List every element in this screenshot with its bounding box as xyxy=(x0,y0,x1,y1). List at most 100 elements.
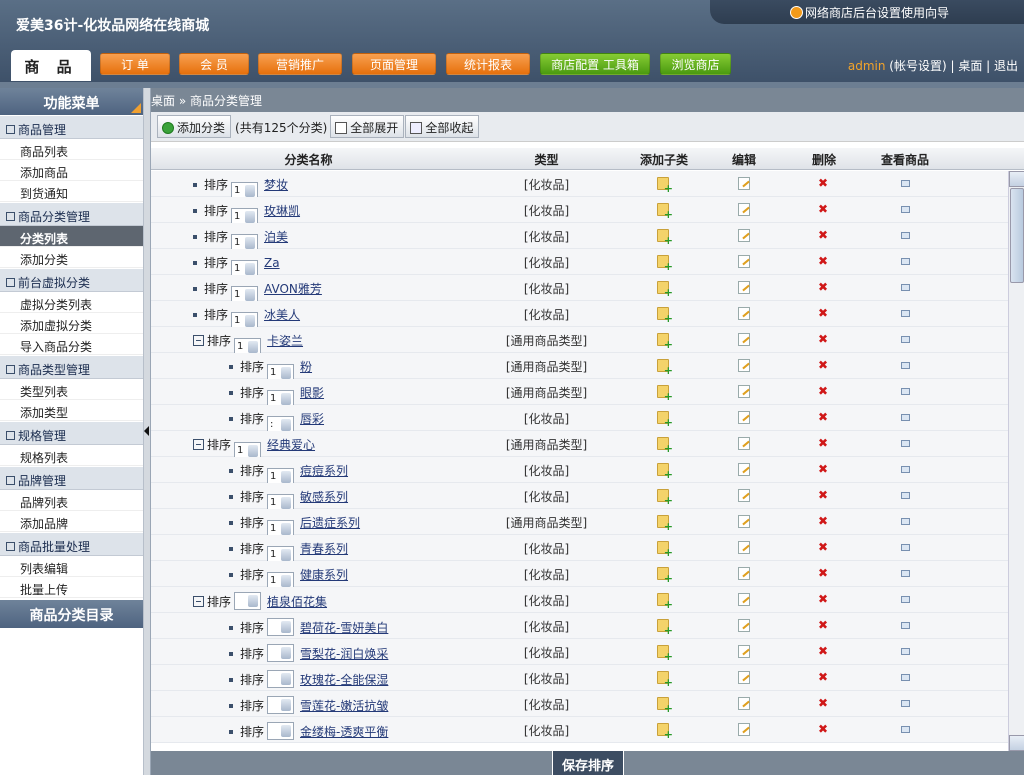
edit-icon[interactable] xyxy=(738,697,750,710)
scroll-down-icon[interactable] xyxy=(1009,735,1024,751)
add-subcategory-icon[interactable] xyxy=(657,281,673,299)
sort-input[interactable] xyxy=(267,618,295,636)
save-sort-button[interactable]: 保存排序 xyxy=(552,751,624,775)
edit-icon[interactable] xyxy=(738,203,750,216)
delete-icon[interactable]: ✖ xyxy=(818,488,830,502)
category-link[interactable]: 金缕梅-透爽平衡 xyxy=(300,725,388,739)
delete-icon[interactable]: ✖ xyxy=(818,670,830,684)
sidebar-group[interactable]: 品牌管理 xyxy=(0,466,143,490)
edit-icon[interactable] xyxy=(738,515,750,528)
category-link[interactable]: 玫琳凯 xyxy=(264,204,300,218)
category-link[interactable]: 雪梨花-润白焕采 xyxy=(300,647,388,661)
category-link[interactable]: AVON雅芳 xyxy=(264,282,322,296)
delete-icon[interactable]: ✖ xyxy=(818,280,830,294)
sort-input[interactable] xyxy=(267,722,295,740)
sidebar-item[interactable]: 商品列表 xyxy=(0,139,143,160)
delete-icon[interactable]: ✖ xyxy=(818,618,830,632)
username[interactable]: admin xyxy=(848,59,886,73)
add-subcategory-icon[interactable] xyxy=(657,671,673,689)
sidebar-item[interactable]: 到货通知 xyxy=(0,181,143,202)
nav-members[interactable]: 会 员 xyxy=(179,53,249,75)
view-products-icon[interactable] xyxy=(901,596,910,603)
setup-guide-link[interactable]: 网络商店后台设置使用向导 xyxy=(710,0,1024,24)
add-subcategory-icon[interactable] xyxy=(657,359,673,377)
add-subcategory-icon[interactable] xyxy=(657,723,673,741)
view-products-icon[interactable] xyxy=(901,310,910,317)
add-subcategory-icon[interactable] xyxy=(657,645,673,663)
view-products-icon[interactable] xyxy=(901,336,910,343)
category-link[interactable]: 敏感系列 xyxy=(300,490,348,504)
sidebar-splitter[interactable] xyxy=(144,88,151,775)
view-products-icon[interactable] xyxy=(901,622,910,629)
delete-icon[interactable]: ✖ xyxy=(818,176,830,190)
sidebar-group[interactable]: 商品类型管理 xyxy=(0,355,143,379)
edit-icon[interactable] xyxy=(738,385,750,398)
edit-icon[interactable] xyxy=(738,177,750,190)
sidebar-item[interactable]: 添加商品 xyxy=(0,160,143,181)
edit-icon[interactable] xyxy=(738,645,750,658)
view-products-icon[interactable] xyxy=(901,544,910,551)
view-products-icon[interactable] xyxy=(901,492,910,499)
edit-icon[interactable] xyxy=(738,723,750,736)
sidebar-item[interactable]: 虚拟分类列表 xyxy=(0,292,143,313)
sort-input[interactable] xyxy=(234,592,262,610)
category-link[interactable]: 梦妆 xyxy=(264,178,288,192)
nav-reports[interactable]: 统计报表 xyxy=(446,53,530,75)
add-category-button[interactable]: 添加分类 xyxy=(157,115,232,138)
collapse-all-button[interactable]: 全部收起 xyxy=(405,115,480,138)
sidebar-item[interactable]: 添加分类 xyxy=(0,247,143,268)
category-link[interactable]: 健康系列 xyxy=(300,568,348,582)
view-products-icon[interactable] xyxy=(901,466,910,473)
add-subcategory-icon[interactable] xyxy=(657,177,673,195)
edit-icon[interactable] xyxy=(738,359,750,372)
sidebar-item[interactable]: 添加品牌 xyxy=(0,511,143,532)
view-products-icon[interactable] xyxy=(901,232,910,239)
delete-icon[interactable]: ✖ xyxy=(818,202,830,216)
nav-orders[interactable]: 订 单 xyxy=(100,53,170,75)
add-subcategory-icon[interactable] xyxy=(657,333,673,351)
view-products-icon[interactable] xyxy=(901,440,910,447)
scroll-up-icon[interactable] xyxy=(1009,171,1024,187)
sidebar-item[interactable]: 列表编辑 xyxy=(0,556,143,577)
view-products-icon[interactable] xyxy=(901,362,910,369)
collapse-node-icon[interactable] xyxy=(193,335,204,346)
add-subcategory-icon[interactable] xyxy=(657,411,673,429)
edit-icon[interactable] xyxy=(738,255,750,268)
delete-icon[interactable]: ✖ xyxy=(818,254,830,268)
edit-icon[interactable] xyxy=(738,281,750,294)
category-link[interactable]: 痘痘系列 xyxy=(300,464,348,478)
category-link[interactable]: 眼影 xyxy=(300,386,324,400)
scroll-thumb[interactable] xyxy=(1010,188,1024,283)
add-subcategory-icon[interactable] xyxy=(657,203,673,221)
delete-icon[interactable]: ✖ xyxy=(818,358,830,372)
edit-icon[interactable] xyxy=(738,411,750,424)
delete-icon[interactable]: ✖ xyxy=(818,410,830,424)
add-subcategory-icon[interactable] xyxy=(657,437,673,455)
category-link[interactable]: 粉 xyxy=(300,360,312,374)
sidebar-group[interactable]: 规格管理 xyxy=(0,421,143,445)
category-link[interactable]: 青春系列 xyxy=(300,542,348,556)
sort-input[interactable] xyxy=(267,696,295,714)
sidebar-group[interactable]: 前台虚拟分类 xyxy=(0,268,143,292)
category-link[interactable]: 冰美人 xyxy=(264,308,300,322)
edit-icon[interactable] xyxy=(738,463,750,476)
nav-marketing[interactable]: 营销推广 xyxy=(258,53,342,75)
view-products-icon[interactable] xyxy=(901,388,910,395)
add-subcategory-icon[interactable] xyxy=(657,255,673,273)
delete-icon[interactable]: ✖ xyxy=(818,306,830,320)
view-products-icon[interactable] xyxy=(901,674,910,681)
sidebar-item[interactable]: 分类列表 xyxy=(0,226,143,247)
view-products-icon[interactable] xyxy=(901,700,910,707)
delete-icon[interactable]: ✖ xyxy=(818,332,830,346)
add-subcategory-icon[interactable] xyxy=(657,567,673,585)
add-subcategory-icon[interactable] xyxy=(657,515,673,533)
delete-icon[interactable]: ✖ xyxy=(818,436,830,450)
collapse-node-icon[interactable] xyxy=(193,596,204,607)
sort-input[interactable] xyxy=(267,670,295,688)
category-link[interactable]: 泊美 xyxy=(264,230,288,244)
vertical-scrollbar[interactable] xyxy=(1008,171,1024,751)
view-products-icon[interactable] xyxy=(901,726,910,733)
delete-icon[interactable]: ✖ xyxy=(818,228,830,242)
sidebar-group[interactable]: 商品批量处理 xyxy=(0,532,143,556)
delete-icon[interactable]: ✖ xyxy=(818,540,830,554)
